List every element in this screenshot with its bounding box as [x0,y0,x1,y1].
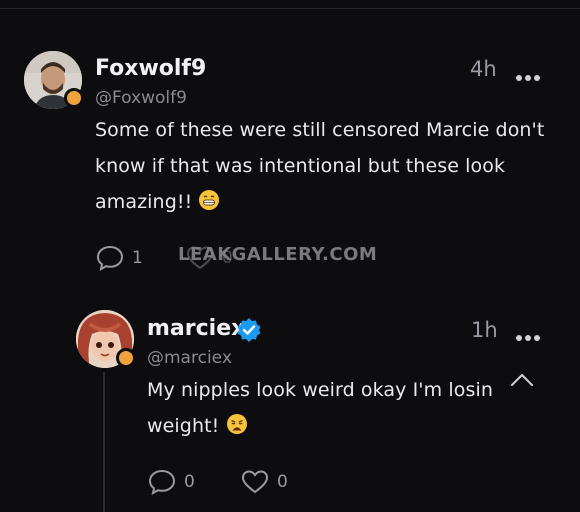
watermark: LEAKGALLERY.COM [178,244,378,265]
reply-count: 1 [132,248,143,268]
reply-text-content: My nipples look weird okay I'm losin wei… [147,379,493,437]
thread-line [103,372,105,512]
reply-reply-count: 0 [184,472,195,492]
reply-more-options-icon[interactable] [516,326,543,345]
reply-author-name[interactable]: marciex [147,316,245,341]
author-name[interactable]: Foxwolf9 [95,56,206,81]
reply-status-badge [116,348,136,368]
reply-reply-button[interactable]: 0 [148,469,195,495]
top-divider [0,8,580,9]
chevron-up-icon[interactable] [509,372,535,388]
post-text-content: Some of these were still censored Marcie… [95,119,545,213]
comment-icon [96,245,124,271]
more-options-icon[interactable] [516,66,543,85]
reply-text: My nipples look weird okay I'm losin wei… [147,372,507,444]
reply-author-handle[interactable]: @marciex [147,348,232,368]
weary-face-emoji [226,414,247,434]
reply-like-count: 0 [277,472,288,492]
comment-icon [148,469,176,495]
grinning-face-emoji [199,190,220,210]
post-text: Some of these were still censored Marcie… [95,112,555,220]
status-badge [64,88,84,108]
heart-icon [241,470,269,494]
reply-like-button[interactable]: 0 [241,469,288,495]
reply-time: 1h [471,318,498,342]
post-time: 4h [470,57,497,81]
verified-badge-icon [237,318,261,342]
reply-button[interactable]: 1 [96,245,143,271]
author-handle[interactable]: @Foxwolf9 [95,88,187,108]
